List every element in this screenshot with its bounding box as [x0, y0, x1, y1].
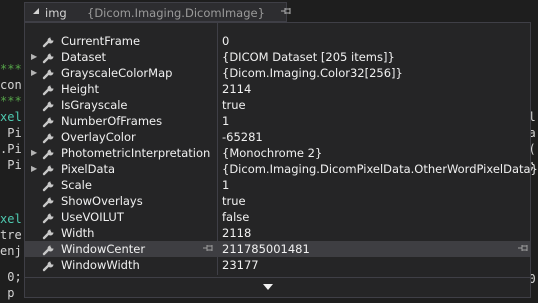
panel-footer-divider: [25, 277, 530, 278]
property-wrench-icon: [42, 115, 56, 128]
property-name: UseVOILUT: [61, 210, 124, 224]
datatip-properties-panel: CurrentFrame 0 ▶ Dataset {DICOM Dataset [205…: [24, 22, 538, 298]
property-value[interactable]: 211785001481: [222, 242, 310, 256]
property-name: OverlayColor: [61, 130, 136, 144]
property-name: NumberOfFrames: [61, 114, 163, 128]
code-fragment-left: .Pi: [0, 142, 22, 156]
property-row[interactable]: NumberOfFrames 1: [25, 113, 530, 129]
property-wrench-icon: [42, 227, 56, 240]
code-fragment-left: ***: [0, 94, 22, 108]
property-wrench-icon: [42, 99, 56, 112]
code-fragment-left: Pi: [0, 158, 22, 172]
code-fragment-left: Pi: [0, 126, 22, 140]
code-fragment-left: tre: [0, 228, 22, 242]
property-wrench-icon: [42, 163, 56, 176]
property-name: WindowCenter: [61, 242, 146, 256]
property-value[interactable]: -65281: [222, 130, 263, 144]
property-wrench-icon: [42, 179, 56, 192]
property-wrench-icon: [42, 259, 56, 272]
code-fragment-left: xel: [0, 212, 22, 226]
property-row[interactable]: ▶ GrayscaleColorMap {Dicom.Imaging.Color32…: [25, 65, 530, 81]
property-wrench-icon: [42, 35, 56, 48]
code-fragment-left: xel: [0, 110, 22, 124]
code-fragment-left: p: [0, 286, 15, 300]
property-value[interactable]: {Dicom.Imaging.Color32[256]}: [222, 66, 403, 80]
property-value[interactable]: true: [222, 194, 246, 208]
property-row[interactable]: UseVOILUT false: [25, 209, 530, 225]
pin-icon[interactable]: [518, 244, 530, 255]
property-row[interactable]: Height 2114: [25, 81, 530, 97]
datatip-header[interactable]: img {Dicom.Imaging.DicomImage}: [24, 2, 291, 22]
property-row[interactable]: ShowOverlays true: [25, 193, 530, 209]
pin-icon[interactable]: [281, 7, 293, 18]
property-wrench-icon: [42, 147, 56, 160]
property-value[interactable]: true: [222, 98, 246, 112]
property-value[interactable]: 1: [222, 178, 229, 192]
property-name: IsGrayscale: [61, 98, 128, 112]
expand-arrow-icon[interactable]: ▶: [31, 68, 39, 78]
property-row[interactable]: WindowCenter 211785001481: [25, 241, 530, 257]
property-row[interactable]: ▶ PhotometricInterpretation {Monochrome 2}: [25, 145, 530, 161]
property-value[interactable]: 1: [222, 114, 229, 128]
property-row[interactable]: Width 2118: [25, 225, 530, 241]
property-name: Width: [61, 226, 95, 240]
scroll-down-icon[interactable]: [263, 284, 273, 290]
property-wrench-icon: [42, 243, 56, 256]
property-value[interactable]: {DICOM Dataset [205 items]}: [222, 50, 395, 64]
property-row[interactable]: Scale 1: [25, 177, 530, 193]
property-value[interactable]: false: [222, 210, 249, 224]
expand-arrow-icon[interactable]: ▶: [31, 52, 39, 62]
property-name: ShowOverlays: [61, 194, 143, 208]
property-name: CurrentFrame: [61, 34, 141, 48]
property-name: Height: [61, 82, 100, 96]
property-value[interactable]: {Monochrome 2}: [222, 146, 322, 160]
code-fragment-left: enj: [0, 244, 22, 258]
property-name: Scale: [61, 178, 92, 192]
property-value[interactable]: {Dicom.Imaging.DicomPixelData.OtherWordP…: [222, 162, 538, 176]
expand-arrow-icon[interactable]: ▶: [31, 164, 39, 174]
property-row[interactable]: OverlayColor -65281: [25, 129, 530, 145]
expand-arrow-icon[interactable]: ▶: [31, 148, 39, 158]
property-row[interactable]: CurrentFrame 0: [25, 33, 530, 49]
variable-name: img: [45, 6, 67, 20]
property-row[interactable]: WindowWidth 23177: [25, 257, 530, 273]
property-row[interactable]: ▶ Dataset {DICOM Dataset [205 items]}: [25, 49, 530, 65]
property-wrench-icon: [42, 211, 56, 224]
pin-icon[interactable]: [203, 244, 215, 255]
property-wrench-icon: [42, 131, 56, 144]
property-value[interactable]: 2114: [222, 82, 251, 96]
property-name: WindowWidth: [61, 258, 140, 272]
property-name: PhotometricInterpretation: [61, 146, 211, 160]
property-wrench-icon: [42, 83, 56, 96]
property-name: Dataset: [61, 50, 107, 64]
property-row[interactable]: ▶ PixelData {Dicom.Imaging.DicomPixelData.…: [25, 161, 538, 177]
code-fragment-left: ***: [0, 62, 22, 76]
code-fragment-left: 0;: [0, 270, 22, 284]
property-wrench-icon: [42, 51, 56, 64]
variable-type: {Dicom.Imaging.DicomImage}: [87, 6, 265, 20]
property-value[interactable]: 0: [222, 34, 229, 48]
property-row[interactable]: IsGrayscale true: [25, 97, 530, 113]
property-name: PixelData: [61, 162, 116, 176]
property-wrench-icon: [42, 195, 56, 208]
property-value[interactable]: 2118: [222, 226, 251, 240]
code-fragment-left: con: [0, 78, 22, 92]
collapse-icon[interactable]: [31, 6, 43, 18]
property-name: GrayscaleColorMap: [61, 66, 173, 80]
property-value[interactable]: 23177: [222, 258, 259, 272]
property-wrench-icon: [42, 67, 56, 80]
